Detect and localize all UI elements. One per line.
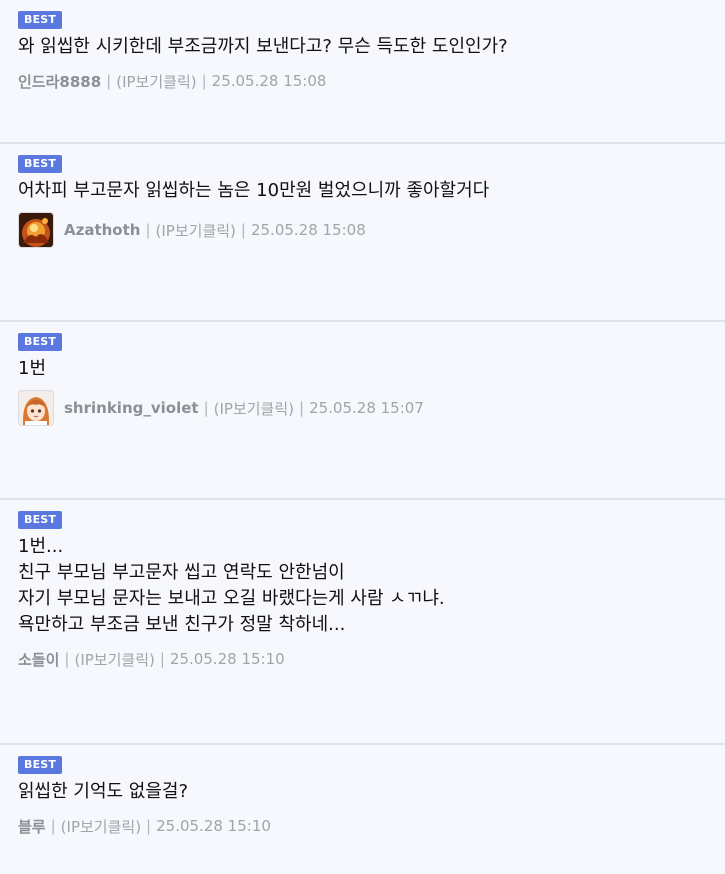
separator: | [146,817,152,835]
separator: | [299,399,305,417]
ip-view-link[interactable]: (IP보기클릭) [156,220,236,241]
author-name[interactable]: 인드라8888 [18,71,101,92]
best-badge: BEST [18,155,63,173]
best-badge: BEST [18,11,63,29]
author-name[interactable]: 소돌이 [18,649,59,670]
comment-item: BEST 읽씹한 기억도 없을걸? 블루 | (IP보기클릭) | 25.05.… [0,745,725,874]
separator: | [64,650,70,668]
separator: | [240,221,246,239]
ip-view-link[interactable]: (IP보기클릭) [116,71,196,92]
comment-item: BEST 어차피 부고문자 읽씹하는 놈은 10만원 벌었으니까 좋아할거다 A… [0,144,725,322]
comment-meta: Azathoth | (IP보기클릭) | 25.05.28 15:08 [18,211,707,249]
comment-item: BEST 와 읽씹한 시키한데 부조금까지 보낸다고? 무슨 득도한 도인인가?… [0,0,725,144]
separator: | [201,72,207,90]
author-name[interactable]: Azathoth [64,221,140,239]
timestamp: 25.05.28 15:07 [309,399,424,417]
comment-text: 와 읽씹한 시키한데 부조금까지 보낸다고? 무슨 득도한 도인인가? [18,36,508,57]
best-badge: BEST [18,756,63,774]
comment-meta: 인드라8888 | (IP보기클릭) | 25.05.28 15:08 [18,68,707,94]
separator: | [203,399,209,417]
ip-view-link[interactable]: (IP보기클릭) [61,816,141,837]
comment-meta: shrinking_violet | (IP보기클릭) | 25.05.28 1… [18,389,707,427]
best-badge: BEST [18,511,63,529]
comment-item: BEST 1번... 친구 부모님 부고문자 씹고 연락도 안한넘이 자기 부모… [0,500,725,745]
comment-item: BEST 1번 shrinking_violet | (IP보기클릭) | 25… [0,322,725,500]
comment-list: BEST 와 읽씹한 시키한데 부조금까지 보낸다고? 무슨 득도한 도인인가?… [0,0,725,874]
separator: | [159,650,165,668]
separator: | [50,817,56,835]
comment-text: 읽씹한 기억도 없을걸? [18,781,189,802]
ip-view-link[interactable]: (IP보기클릭) [74,649,154,670]
separator: | [145,221,151,239]
timestamp: 25.05.28 15:08 [211,72,327,90]
timestamp: 25.05.28 15:10 [156,817,271,835]
comment-text: 어차피 부고문자 읽씹하는 놈은 10만원 벌었으니까 좋아할거다 [18,180,490,201]
ip-view-link[interactable]: (IP보기클릭) [214,398,294,419]
anime-girl-avatar-icon[interactable] [18,390,54,426]
comment-text: 1번... 친구 부모님 부고문자 씹고 연락도 안한넘이 자기 부모님 문자는… [18,536,445,635]
timestamp: 25.05.28 15:10 [169,650,285,668]
comment-text: 1번 [18,358,47,379]
best-badge: BEST [18,333,63,351]
author-name[interactable]: 블루 [18,816,46,837]
author-name[interactable]: shrinking_violet [64,399,199,417]
separator: | [106,72,112,90]
comment-meta: 소돌이 | (IP보기클릭) | 25.05.28 15:10 [18,646,707,672]
timestamp: 25.05.28 15:08 [250,221,366,239]
comment-meta: 블루 | (IP보기클릭) | 25.05.28 15:10 [18,813,707,839]
fire-character-avatar-icon[interactable] [18,212,54,248]
